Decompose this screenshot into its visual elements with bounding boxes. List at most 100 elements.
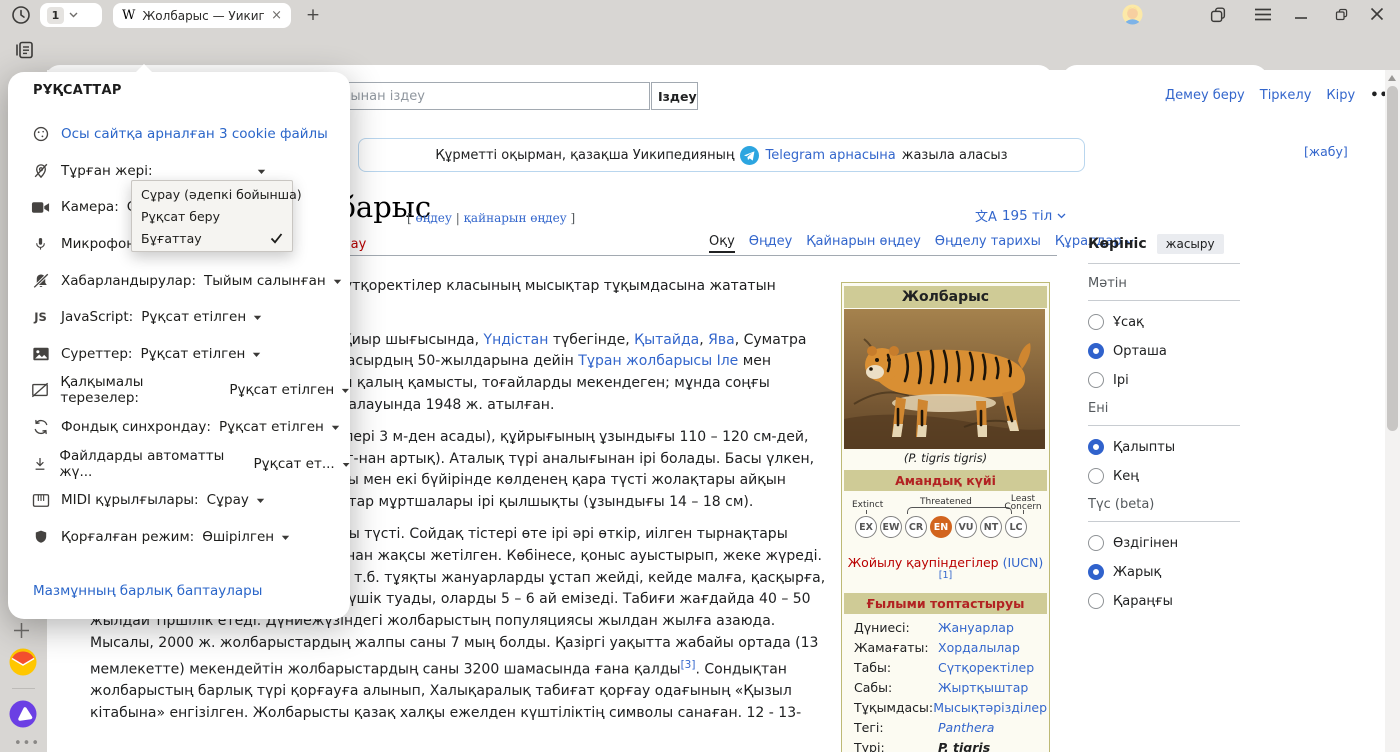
account-link-2[interactable]: Кіру [1326, 88, 1355, 103]
auto-download-icon [30, 455, 49, 473]
taxonomy-value: P. tigris [938, 740, 990, 752]
permission-row-midi[interactable]: MIDI құрылғылары:Сұрау [8, 482, 350, 519]
cookie-files-link[interactable]: Осы сайтқа арналған 3 cookie файлы [8, 116, 350, 153]
appearance-option-2-1[interactable]: Жарық [1088, 564, 1240, 580]
appearance-option-0-0[interactable]: Ұсақ [1088, 314, 1240, 330]
edit-link[interactable]: өңдеу [416, 211, 452, 225]
permission-value: Тыйым салынған [204, 273, 326, 289]
search-button[interactable]: Іздеу [651, 82, 698, 110]
page-scrollbar[interactable] [1385, 70, 1400, 752]
scrollbar-up-arrow[interactable] [1388, 75, 1396, 81]
account-link-1[interactable]: Тіркелу [1260, 88, 1312, 103]
close-window-button[interactable] [1370, 7, 1388, 23]
wiki-link[interactable]: Ява [708, 332, 735, 348]
telegram-banner: Құрметті оқырман, қазақша Уикипедияның T… [358, 138, 1085, 172]
permission-row-protected-mode[interactable]: Қорғалған режим:Өшірілген [8, 519, 350, 556]
browser-tab[interactable]: W Жолбарыс — Уикипеди × [113, 3, 291, 28]
appearance-option-0-1[interactable]: Орташа [1088, 343, 1240, 359]
tiger-photo[interactable] [844, 309, 1047, 449]
taxonomy-label: Жамағаты: [854, 640, 938, 655]
dropdown-caret-icon [257, 169, 266, 175]
wiki-link[interactable]: Іле [717, 353, 739, 369]
dropdown-item-1[interactable]: Рұқсат беру [132, 205, 292, 227]
taxonomy-value[interactable]: Хордалылар [938, 640, 1020, 655]
new-tab-button[interactable]: + [303, 5, 323, 25]
dropdown-item-label: Рұқсат беру [141, 209, 220, 224]
permission-row-popup-windows[interactable]: Қалқымалы терезелер:Рұқсат етілген [8, 372, 350, 409]
edit-source-link[interactable]: қайнарын өңдеу [464, 211, 567, 225]
radio-button[interactable] [1088, 343, 1104, 359]
taxonomy-value[interactable]: Сүтқоректілер [938, 660, 1034, 675]
sidebar-panels-icon[interactable] [1208, 5, 1228, 25]
permission-label: Қалқымалы терезелер: [60, 374, 221, 406]
permission-row-images[interactable]: Суреттер:Рұқсат етілген [8, 336, 350, 373]
cookie-link-label[interactable]: Осы сайтқа арналған 3 cookie файлы [61, 126, 328, 142]
permission-row-auto-download[interactable]: Файлдарды автоматты жү...Рұқсат ет... [8, 445, 350, 482]
taxonomy-label: Табы: [854, 660, 938, 675]
all-content-settings-link[interactable]: Мазмұнның барлық баптаулары [33, 583, 262, 599]
article-tab-2[interactable]: Қайнарын өңдеу [806, 234, 920, 253]
rail-more-icon[interactable]: ••• [14, 736, 40, 751]
taxonomy-table: Дүниесі:ЖануарларЖамағаты:ХордалыларТабы… [844, 615, 1047, 752]
taxonomy-value[interactable]: Мысықтәрізділер [933, 700, 1047, 715]
camera-icon [30, 200, 51, 215]
dropdown-item-0[interactable]: Сұрау (әдепкі бойынша) [132, 183, 292, 205]
add-panel-icon[interactable] [13, 622, 41, 650]
tab-counter[interactable]: 1 [40, 3, 102, 27]
scrollbar-thumb[interactable] [1387, 86, 1398, 431]
permission-label: MIDI құрылғылары: [61, 492, 199, 508]
taxonomy-label: Тегі: [854, 720, 938, 735]
taxonomy-value[interactable]: Жануарлар [938, 620, 1014, 635]
status-iucn-link[interactable]: (IUCN) [1003, 555, 1044, 570]
alice-assistant-icon[interactable] [9, 700, 37, 728]
radio-button[interactable] [1088, 372, 1104, 388]
radio-button[interactable] [1088, 314, 1104, 330]
language-selector[interactable]: 文A 195 тіл [975, 206, 1066, 225]
dropdown-item-2[interactable]: Бұғаттау [132, 227, 292, 249]
appearance-option-2-0[interactable]: Өздігінен [1088, 535, 1240, 551]
permission-row-notifications-off[interactable]: Хабарландырулар:Тыйым салынған [8, 262, 350, 299]
bracket: ] [567, 211, 576, 225]
article-tab-1[interactable]: Өңдеу [749, 234, 793, 253]
radio-label: Орташа [1113, 344, 1167, 359]
appearance-option-1-0[interactable]: Қалыпты [1088, 439, 1240, 455]
radio-button[interactable] [1088, 593, 1104, 609]
wiki-link[interactable]: Тұран жолбарысы [578, 353, 712, 369]
telegram-link[interactable]: Telegram арнасына [765, 148, 895, 163]
radio-button[interactable] [1088, 468, 1104, 484]
taxonomy-value[interactable]: Жыртқыштар [938, 680, 1028, 695]
status-redlink[interactable]: Жойылу қаупіндегілер [848, 555, 999, 570]
wiki-link[interactable]: Қытайда [634, 332, 699, 348]
account-link-0[interactable]: Демеу беру [1165, 88, 1245, 103]
article-tab-0[interactable]: Оқу [709, 234, 735, 253]
history-icon[interactable] [10, 4, 32, 26]
radio-button[interactable] [1088, 564, 1104, 580]
title-edit-links: [ өңдеу | қайнарын өңдеу ] [407, 211, 575, 225]
article-tab-3[interactable]: Өңделу тарихы [935, 234, 1041, 253]
tab-close-icon[interactable]: × [271, 8, 282, 23]
tab-counter-value: 1 [47, 7, 64, 24]
avatar[interactable] [1122, 4, 1143, 25]
minimize-button[interactable] [1294, 7, 1312, 23]
side-panel-icon[interactable] [12, 38, 36, 62]
reference-link[interactable]: [1] [939, 570, 952, 581]
appearance-option-0-2[interactable]: Ірі [1088, 372, 1240, 388]
restore-button[interactable] [1334, 7, 1352, 23]
yandex-mail-icon[interactable] [9, 648, 37, 676]
permission-row-background-sync[interactable]: Фондық синхрондау:Рұқсат етілген [8, 409, 350, 446]
notifications-off-icon [30, 272, 51, 290]
menu-icon[interactable] [1255, 8, 1271, 21]
taxonomy-label: Сабы: [854, 680, 938, 695]
appearance-option-1-1[interactable]: Кең [1088, 468, 1240, 484]
radio-button[interactable] [1088, 439, 1104, 455]
language-count: 195 тіл [1002, 208, 1052, 224]
reference-link[interactable]: [3] [681, 659, 696, 671]
wiki-link[interactable]: Үндістан [484, 332, 549, 348]
appearance-option-2-2[interactable]: Қараңғы [1088, 593, 1240, 609]
rail-divider [12, 688, 35, 689]
permission-row-javascript[interactable]: JSJavaScript:Рұқсат етілген [8, 299, 350, 336]
hide-appearance-button[interactable]: жасыру [1157, 234, 1224, 254]
close-banner-link[interactable]: [жабу] [1304, 144, 1348, 159]
radio-button[interactable] [1088, 535, 1104, 551]
taxonomy-value[interactable]: Panthera [938, 720, 994, 735]
